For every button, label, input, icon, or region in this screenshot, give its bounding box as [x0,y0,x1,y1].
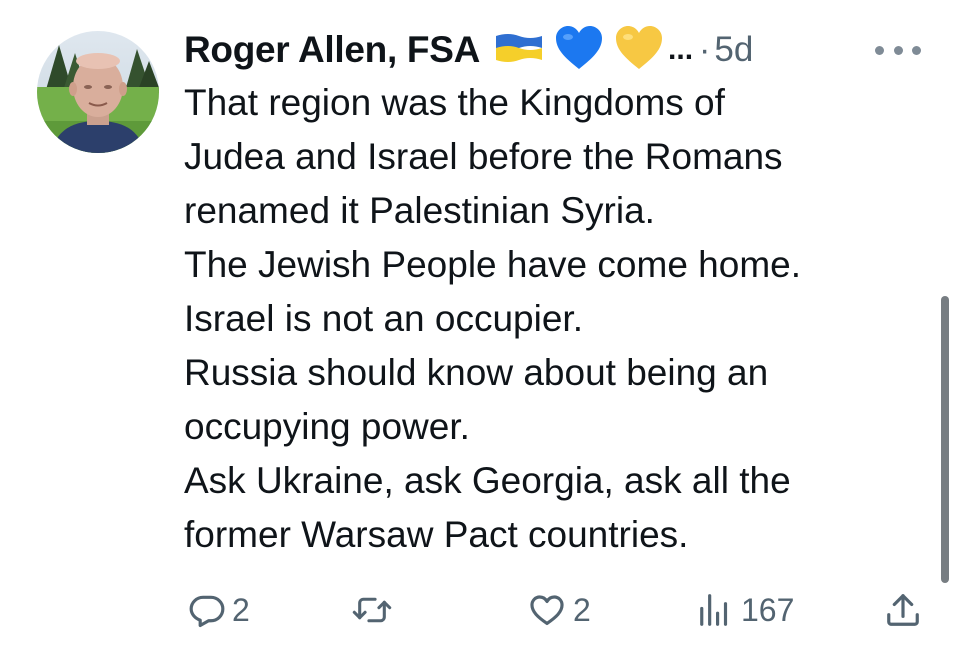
tweet-text: That region was the Kingdoms of Judea an… [184,76,924,562]
tweet-text-line: The Jewish People have come home. [184,244,802,285]
reply-count: 2 [232,591,250,628]
name-truncation: ... [668,33,694,66]
reply-button[interactable]: 2 [188,584,250,636]
more-dot [912,45,921,55]
tweet-text-line: occupying power. [184,406,470,447]
like-button[interactable]: 2 [527,584,591,636]
tweet[interactable]: Roger Allen, FSA ... · 5d That region wa… [0,0,960,658]
tweet-text-line: Israel is not an occupier. [184,298,583,339]
reply-icon [189,595,225,628]
views-button[interactable]: 167 [697,584,794,636]
tweet-text-line: renamed it Palestinian Syria. [184,190,655,231]
views-chart-icon [700,594,728,626]
tweet-text-line: That region was the Kingdoms of [184,82,725,123]
views-count: 167 [741,591,795,628]
more-options-icon[interactable] [875,38,921,62]
heart-icon [530,595,564,626]
tweet-text-line: former Warsaw Pact countries. [184,514,689,555]
like-count: 2 [573,591,591,628]
share-icon [887,594,919,626]
more-dot [875,45,884,55]
share-button[interactable] [884,584,922,636]
more-dot [893,45,903,55]
retweet-icon [352,597,392,623]
avatar-image [37,31,159,153]
tweet-text-line: Judea and Israel before the Romans [184,136,783,177]
retweet-button[interactable] [352,584,398,636]
tweet-text-line: Ask Ukraine, ask Georgia, ask all the [184,460,791,501]
scrollbar[interactable] [941,296,949,583]
avatar[interactable] [37,31,159,153]
timestamp[interactable]: 5d [714,30,753,70]
author-name[interactable]: Roger Allen, FSA [184,29,480,71]
blue-heart-icon [554,25,604,76]
separator-dot: · [699,30,711,69]
yellow-heart-icon [614,25,664,76]
ukraine-flag-icon [494,30,544,71]
tweet-text-line: Russia should know about being an [184,352,769,393]
tweet-header: Roger Allen, FSA ... · 5d [184,22,753,78]
action-bar: 2 2 167 [0,584,960,636]
